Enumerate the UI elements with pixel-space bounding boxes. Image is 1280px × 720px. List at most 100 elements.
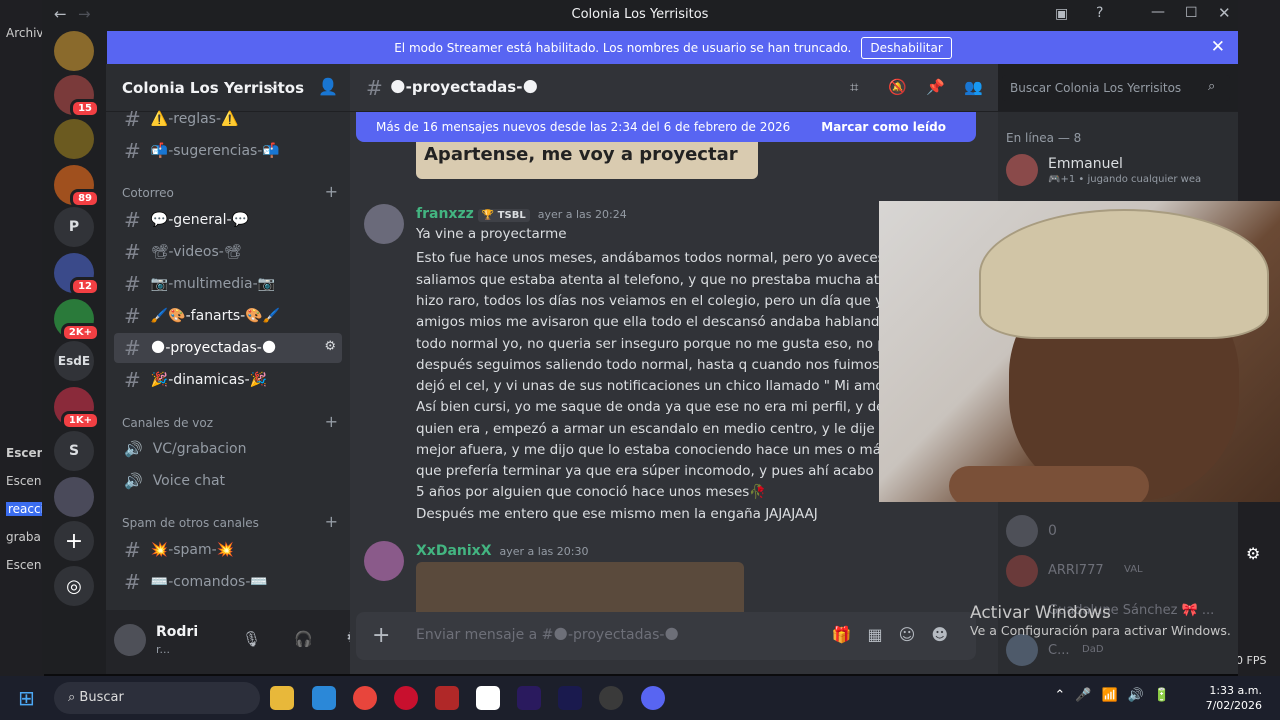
taskbar-search[interactable]: ⌕ Buscar (54, 682, 260, 714)
mention-badge: 12 (70, 277, 100, 296)
channel-item[interactable]: # 🎉-dinamicas-🎉 (114, 365, 342, 395)
server-icon[interactable]: S (54, 431, 94, 471)
member-name[interactable]: C... (1048, 643, 1069, 658)
server-icon[interactable]: 15 (54, 75, 100, 118)
avatar[interactable] (114, 624, 146, 656)
server-icon[interactable]: P (54, 207, 94, 247)
hash-icon: # (366, 76, 383, 100)
server-icon[interactable]: 12 (54, 253, 100, 296)
hash-icon: # (124, 570, 141, 594)
microphone-icon[interactable]: 🎙 (242, 630, 261, 648)
message-author[interactable]: XxDanixX ayer a las 20:30 (416, 543, 588, 559)
avatar[interactable] (364, 541, 404, 581)
channel-name: 📬-sugerencias-📬 (150, 143, 280, 159)
file-explorer-icon[interactable] (270, 686, 294, 710)
help-icon[interactable]: ? (1096, 5, 1103, 21)
windows-start-icon[interactable]: ⊞ (18, 686, 35, 710)
obs-scene-label[interactable]: Escen (6, 446, 45, 460)
member-name[interactable]: ARRI777 (1048, 563, 1104, 578)
voice-channel-item[interactable]: 🔊 Voice chat (114, 466, 342, 496)
avatar[interactable] (1006, 515, 1038, 547)
system-tray-icons[interactable]: ⌃🎤📶🔊🔋 (1054, 688, 1180, 703)
message-composer[interactable]: + Enviar mensaje a #🌑-proyectadas-🌑 🎁▦☺☻ (356, 612, 976, 660)
member-name[interactable]: Emmanuel (1048, 156, 1123, 172)
notion-icon[interactable] (476, 686, 500, 710)
message-line: después seguimos saliendo todo normal, h… (416, 357, 912, 373)
obs-scene-label[interactable]: Escen (6, 474, 41, 488)
avatar[interactable] (1006, 154, 1038, 186)
inbox-icon[interactable]: ▣ (1055, 6, 1068, 22)
server-icon[interactable] (54, 31, 94, 71)
server-icon[interactable]: 89 (54, 165, 100, 208)
channel-item[interactable]: # ⌨️-comandos-⌨️ (114, 567, 342, 597)
pin-icon[interactable]: 📌 (926, 78, 945, 96)
headphones-icon[interactable]: 🎧 (294, 630, 313, 648)
message-author[interactable]: franxzz 🏆 TSBL ayer a las 20:24 (416, 206, 627, 222)
close-icon[interactable]: ✕ (1211, 37, 1225, 57)
mute-bell-icon[interactable]: 🔕 (888, 78, 907, 96)
add-attachment-icon[interactable]: + (372, 623, 390, 648)
hash-icon: # (124, 272, 141, 296)
clock[interactable]: 1:33 a.m. 7/02/2026 (1206, 683, 1262, 713)
discord-icon[interactable] (641, 686, 665, 710)
add-user-icon[interactable]: 👤 (318, 77, 338, 96)
search-input[interactable]: Buscar Colonia Los Yerrisitos (1002, 75, 1230, 101)
obs-scene-label[interactable]: Escen (6, 558, 41, 572)
after-effects-icon[interactable] (558, 686, 582, 710)
minimize-icon[interactable]: — (1151, 4, 1165, 20)
opera-icon[interactable] (394, 686, 418, 710)
disable-streamer-button[interactable]: Deshabilitar (861, 36, 952, 59)
category-cotorreo[interactable]: Cotorreo (122, 186, 174, 200)
channel-item[interactable]: # 📷-multimedia-📷 (114, 269, 342, 299)
mark-read-button[interactable]: Marcar como leído (821, 120, 946, 134)
channel-item[interactable]: # ⚠️-reglas-⚠️ (114, 104, 342, 134)
server-icon[interactable] (54, 477, 94, 517)
channel-item[interactable]: # 📽-videos-📽 (114, 237, 342, 267)
meme-image[interactable]: Apartense, me voy a proyectar (416, 142, 758, 179)
message-image[interactable] (416, 562, 744, 612)
chat-header: # 🌑-proyectadas-🌑 ⌗ 🔕 📌 👥 Buscar Colonia… (350, 64, 1238, 112)
settings-icon[interactable]: ⚙ (324, 339, 336, 354)
plus-icon[interactable]: + (325, 182, 338, 201)
voicemeeter-icon[interactable] (435, 686, 459, 710)
server-icon[interactable]: 1K+ (54, 387, 100, 430)
premiere-icon[interactable] (517, 686, 541, 710)
hash-icon: # (124, 139, 141, 163)
channel-item[interactable]: # 💬-general-💬 (114, 205, 342, 235)
obs-scene-label[interactable]: graba (6, 530, 41, 544)
message-line: Ya vine a proyectarme (416, 226, 567, 242)
composer-toolbar-icons[interactable]: 🎁▦☺☻ (832, 625, 964, 644)
avatar[interactable] (1006, 634, 1038, 666)
category-voice[interactable]: Canales de voz (122, 416, 213, 430)
gear-icon[interactable]: ⚙ (1246, 544, 1260, 563)
mention-badge: 89 (70, 189, 100, 208)
avatar[interactable] (364, 204, 404, 244)
chrome-icon[interactable] (353, 686, 377, 710)
explore-icon[interactable]: ◎ (54, 566, 94, 606)
channel-item[interactable]: # 📬-sugerencias-📬 (114, 136, 342, 166)
server-icon[interactable]: EsdE (54, 341, 94, 381)
store-icon[interactable] (312, 686, 336, 710)
new-messages-bar[interactable]: Más de 16 mensajes nuevos desde las 2:34… (356, 112, 976, 142)
threads-icon[interactable]: ⌗ (850, 78, 858, 96)
server-icon[interactable]: 2K+ (54, 299, 100, 342)
message-line: dejó el cel, y vi unas de sus notificaci… (416, 378, 916, 394)
add-server-icon[interactable]: + (54, 521, 94, 561)
avatar[interactable] (1006, 555, 1038, 587)
search-icon[interactable]: ⌕ (1208, 79, 1215, 94)
channel-item-active[interactable]: # 🌑-proyectadas-🌑 ⚙ (114, 333, 342, 363)
voice-channel-item[interactable]: 🔊 VC/grabacion (114, 434, 342, 464)
maximize-icon[interactable]: ☐ (1185, 5, 1198, 21)
channel-item[interactable]: # 💥-spam-💥 (114, 535, 342, 565)
obs-scene-label[interactable]: reacci (6, 502, 46, 516)
message-line: hizo raro, todos los días nos veiamos en… (416, 293, 922, 309)
member-name[interactable]: 0 (1048, 523, 1057, 539)
close-icon[interactable]: ✕ (1218, 4, 1231, 22)
obs-icon[interactable] (599, 686, 623, 710)
plus-icon[interactable]: + (325, 512, 338, 531)
category-spam[interactable]: Spam de otros canales (122, 516, 259, 530)
plus-icon[interactable]: + (325, 412, 338, 431)
server-icon[interactable] (54, 119, 94, 159)
channel-item[interactable]: # 🖌️🎨-fanarts-🎨🖌️ (114, 301, 342, 331)
members-icon[interactable]: 👥 (964, 78, 983, 96)
